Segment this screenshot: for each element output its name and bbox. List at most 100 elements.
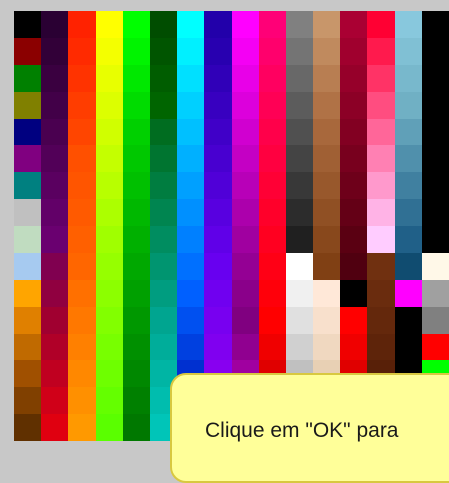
color-swatch[interactable] bbox=[313, 11, 341, 38]
color-swatch[interactable] bbox=[14, 252, 42, 280]
color-swatch[interactable] bbox=[95, 91, 123, 119]
color-swatch[interactable] bbox=[367, 226, 395, 253]
color-swatch[interactable] bbox=[421, 306, 449, 334]
color-swatch[interactable] bbox=[14, 145, 42, 173]
color-swatch[interactable] bbox=[258, 306, 286, 334]
color-swatch[interactable] bbox=[177, 145, 205, 173]
color-swatch[interactable] bbox=[258, 172, 286, 200]
color-swatch[interactable] bbox=[14, 306, 42, 334]
color-swatch[interactable] bbox=[367, 306, 395, 334]
color-swatch[interactable] bbox=[149, 91, 178, 119]
color-swatch[interactable] bbox=[421, 11, 449, 38]
color-swatch[interactable] bbox=[204, 11, 232, 38]
color-swatch[interactable] bbox=[122, 11, 150, 38]
color-swatch[interactable] bbox=[177, 252, 205, 280]
color-swatch[interactable] bbox=[95, 279, 123, 307]
color-swatch[interactable] bbox=[68, 64, 96, 92]
color-swatch[interactable] bbox=[14, 118, 42, 146]
color-swatch[interactable] bbox=[149, 37, 178, 65]
color-swatch[interactable] bbox=[41, 11, 69, 38]
color-swatch[interactable] bbox=[394, 145, 422, 173]
color-swatch[interactable] bbox=[258, 145, 286, 173]
color-swatch[interactable] bbox=[68, 199, 96, 226]
color-swatch[interactable] bbox=[149, 145, 178, 173]
color-swatch[interactable] bbox=[285, 91, 314, 119]
color-swatch[interactable] bbox=[68, 145, 96, 173]
color-swatch[interactable] bbox=[122, 306, 150, 334]
color-swatch[interactable] bbox=[14, 387, 42, 415]
color-swatch[interactable] bbox=[367, 118, 395, 146]
color-swatch[interactable] bbox=[41, 360, 69, 388]
color-swatch[interactable] bbox=[95, 414, 123, 441]
color-swatch[interactable] bbox=[41, 306, 69, 334]
color-swatch[interactable] bbox=[394, 226, 422, 253]
color-swatch[interactable] bbox=[204, 252, 232, 280]
color-swatch[interactable] bbox=[340, 333, 368, 361]
color-swatch[interactable] bbox=[258, 279, 286, 307]
color-swatch[interactable] bbox=[231, 172, 259, 200]
color-swatch[interactable] bbox=[122, 279, 150, 307]
color-swatch[interactable] bbox=[122, 360, 150, 388]
color-swatch[interactable] bbox=[394, 252, 422, 280]
color-swatch[interactable] bbox=[285, 279, 314, 307]
color-swatch[interactable] bbox=[231, 118, 259, 146]
color-swatch[interactable] bbox=[258, 226, 286, 253]
color-swatch[interactable] bbox=[149, 118, 178, 146]
color-swatch[interactable] bbox=[258, 252, 286, 280]
color-swatch[interactable] bbox=[313, 145, 341, 173]
color-swatch[interactable] bbox=[149, 11, 178, 38]
color-swatch[interactable] bbox=[95, 360, 123, 388]
color-swatch[interactable] bbox=[41, 64, 69, 92]
color-swatch[interactable] bbox=[313, 118, 341, 146]
color-swatch[interactable] bbox=[367, 37, 395, 65]
color-swatch[interactable] bbox=[41, 333, 69, 361]
color-swatch[interactable] bbox=[204, 172, 232, 200]
color-swatch[interactable] bbox=[95, 226, 123, 253]
color-swatch[interactable] bbox=[367, 64, 395, 92]
color-swatch[interactable] bbox=[68, 360, 96, 388]
color-swatch[interactable] bbox=[258, 333, 286, 361]
color-swatch[interactable] bbox=[285, 37, 314, 65]
color-swatch[interactable] bbox=[14, 172, 42, 200]
color-swatch[interactable] bbox=[258, 11, 286, 38]
color-swatch[interactable] bbox=[68, 172, 96, 200]
color-swatch[interactable] bbox=[231, 91, 259, 119]
color-swatch[interactable] bbox=[68, 252, 96, 280]
color-swatch[interactable] bbox=[313, 333, 341, 361]
color-swatch[interactable] bbox=[41, 387, 69, 415]
color-swatch[interactable] bbox=[14, 226, 42, 253]
color-swatch[interactable] bbox=[340, 11, 368, 38]
color-swatch[interactable] bbox=[340, 64, 368, 92]
color-swatch[interactable] bbox=[285, 306, 314, 334]
color-swatch[interactable] bbox=[41, 226, 69, 253]
color-swatch[interactable] bbox=[177, 11, 205, 38]
color-swatch[interactable] bbox=[340, 172, 368, 200]
color-swatch[interactable] bbox=[231, 252, 259, 280]
color-swatch[interactable] bbox=[231, 145, 259, 173]
color-swatch[interactable] bbox=[367, 91, 395, 119]
color-swatch[interactable] bbox=[122, 145, 150, 173]
color-swatch[interactable] bbox=[95, 252, 123, 280]
color-swatch[interactable] bbox=[177, 306, 205, 334]
color-swatch[interactable] bbox=[367, 333, 395, 361]
color-swatch[interactable] bbox=[204, 118, 232, 146]
color-swatch[interactable] bbox=[14, 279, 42, 307]
color-swatch[interactable] bbox=[204, 306, 232, 334]
color-swatch[interactable] bbox=[367, 145, 395, 173]
color-swatch[interactable] bbox=[367, 252, 395, 280]
color-swatch[interactable] bbox=[14, 199, 42, 226]
color-swatch[interactable] bbox=[41, 118, 69, 146]
color-swatch[interactable] bbox=[41, 414, 69, 441]
color-swatch[interactable] bbox=[95, 37, 123, 65]
color-swatch[interactable] bbox=[68, 226, 96, 253]
color-swatch[interactable] bbox=[14, 11, 42, 38]
color-swatch[interactable] bbox=[122, 387, 150, 415]
color-swatch[interactable] bbox=[149, 306, 178, 334]
color-swatch[interactable] bbox=[231, 333, 259, 361]
color-swatch[interactable] bbox=[41, 172, 69, 200]
color-swatch[interactable] bbox=[313, 279, 341, 307]
color-swatch[interactable] bbox=[68, 414, 96, 441]
color-swatch[interactable] bbox=[177, 279, 205, 307]
color-swatch[interactable] bbox=[95, 145, 123, 173]
color-swatch[interactable] bbox=[14, 91, 42, 119]
